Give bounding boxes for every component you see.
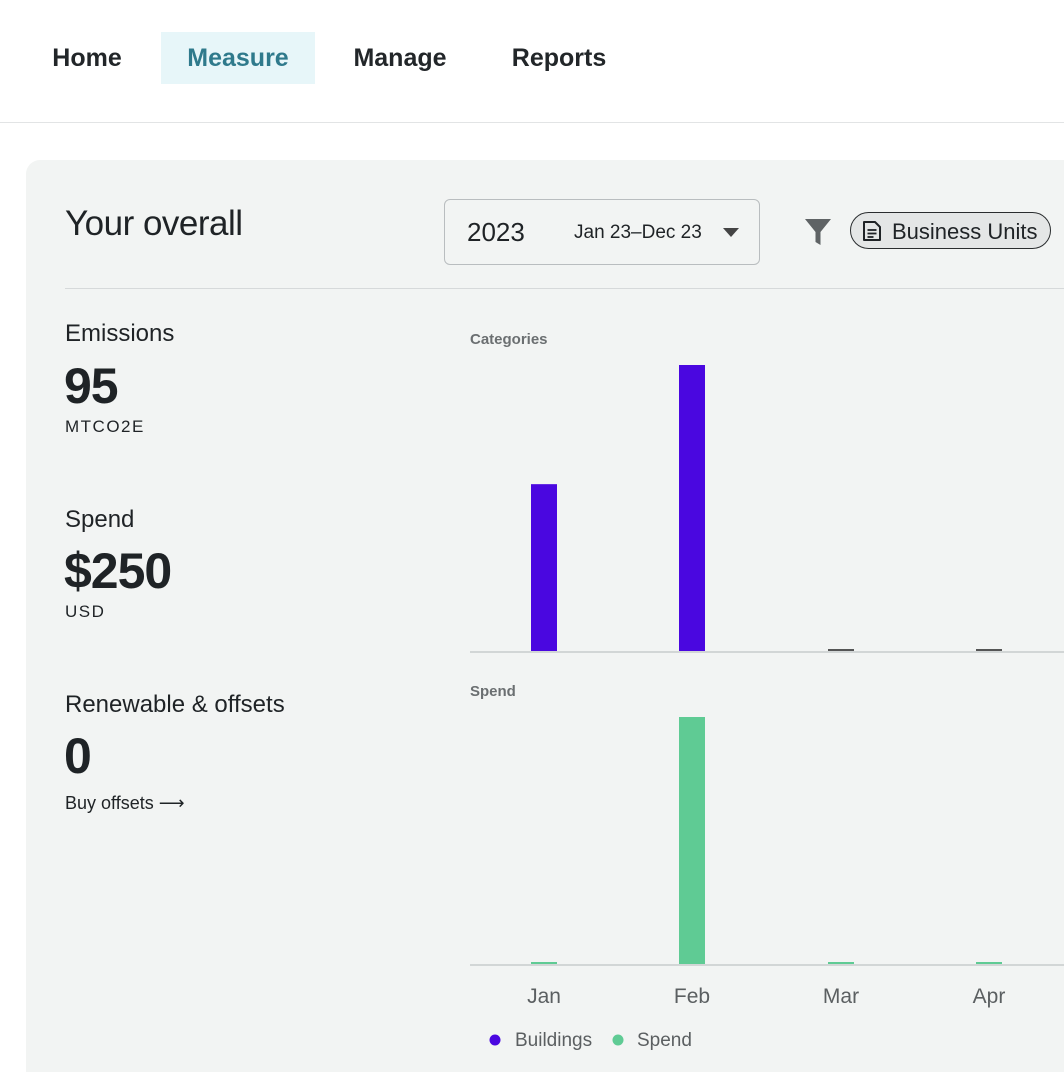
bar-categories-feb[interactable] (679, 365, 705, 651)
bars-group (531, 365, 1002, 964)
bar-spend-feb[interactable] (679, 717, 705, 964)
legend-spend-swatch (612, 1034, 624, 1046)
x-tick-feb: Feb (674, 985, 710, 1008)
charts-area: Categories Spend Jan Feb Mar Apr Buildings … (470, 331, 1064, 1051)
bar-categories-apr[interactable] (976, 649, 1002, 651)
legend-buildings-swatch (489, 1034, 501, 1046)
bar-spend-jan[interactable] (531, 962, 557, 964)
x-tick-apr: Apr (973, 985, 1006, 1008)
bar-categories-mar[interactable] (828, 649, 854, 651)
bar-categories-jan[interactable] (531, 484, 557, 651)
spend-chart-title: Spend (470, 683, 516, 700)
categories-chart-title: Categories (470, 331, 548, 348)
x-tick-mar: Mar (823, 985, 859, 1008)
x-tick-jan: Jan (527, 985, 561, 1008)
bar-spend-apr[interactable] (976, 962, 1002, 964)
chart-legend: Buildings Spend (489, 1030, 692, 1051)
legend-buildings-label[interactable]: Buildings (515, 1030, 592, 1051)
x-axis-ticks: Jan Feb Mar Apr (527, 985, 1005, 1008)
legend-spend-label[interactable]: Spend (637, 1030, 692, 1051)
bar-spend-mar[interactable] (828, 962, 854, 964)
